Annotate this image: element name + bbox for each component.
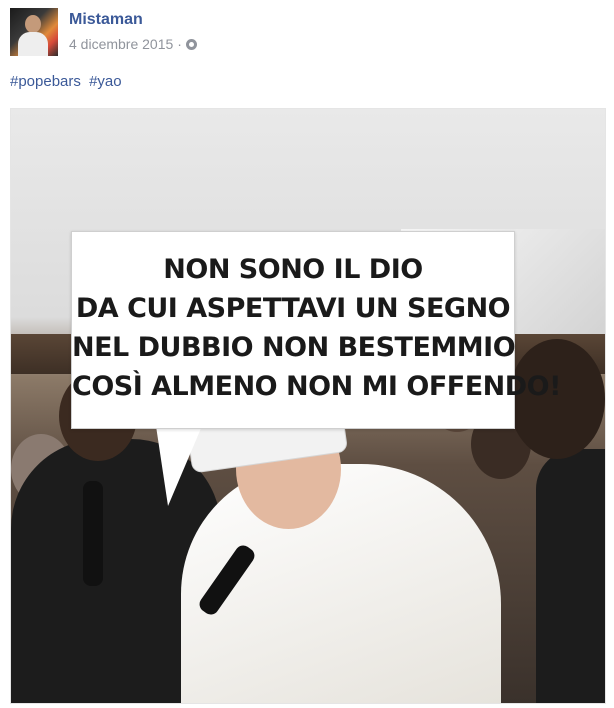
globe-icon[interactable] — [185, 38, 197, 50]
bubble-line: NEL DUBBIO NON BESTEMMIO — [72, 332, 516, 363]
bubble-line: COSÌ ALMENO NON MI OFFENDO! — [72, 371, 561, 402]
meta-separator: · — [177, 36, 182, 52]
post-hashtags: #popebars #yao — [10, 73, 126, 90]
hashtag-link[interactable]: #popebars — [10, 73, 81, 90]
avatar-body — [18, 32, 48, 56]
microphone-left — [83, 481, 103, 586]
hashtag-link[interactable]: #yao — [89, 73, 122, 90]
post-photo[interactable]: NON SONO IL DIO DA CUI ASPETTAVI UN SEGN… — [10, 108, 606, 704]
speech-bubble-text: NON SONO IL DIO DA CUI ASPETTAVI UN SEGN… — [72, 250, 561, 406]
author-name[interactable]: Mistaman — [69, 11, 143, 29]
post-header: Mistaman 4 dicembre 2015 · — [10, 8, 604, 58]
speech-bubble-tail — [156, 426, 202, 506]
avatar-head — [25, 15, 41, 33]
profile-avatar[interactable] — [10, 8, 58, 56]
bubble-line: DA CUI ASPETTAVI UN SEGNO — [75, 293, 511, 324]
post-meta: 4 dicembre 2015 · — [69, 36, 197, 52]
post-date[interactable]: 4 dicembre 2015 — [69, 36, 173, 52]
bubble-line: NON SONO IL DIO — [163, 254, 423, 285]
photo-person-right — [536, 449, 605, 703]
speech-bubble: NON SONO IL DIO DA CUI ASPETTAVI UN SEGN… — [71, 231, 561, 429]
